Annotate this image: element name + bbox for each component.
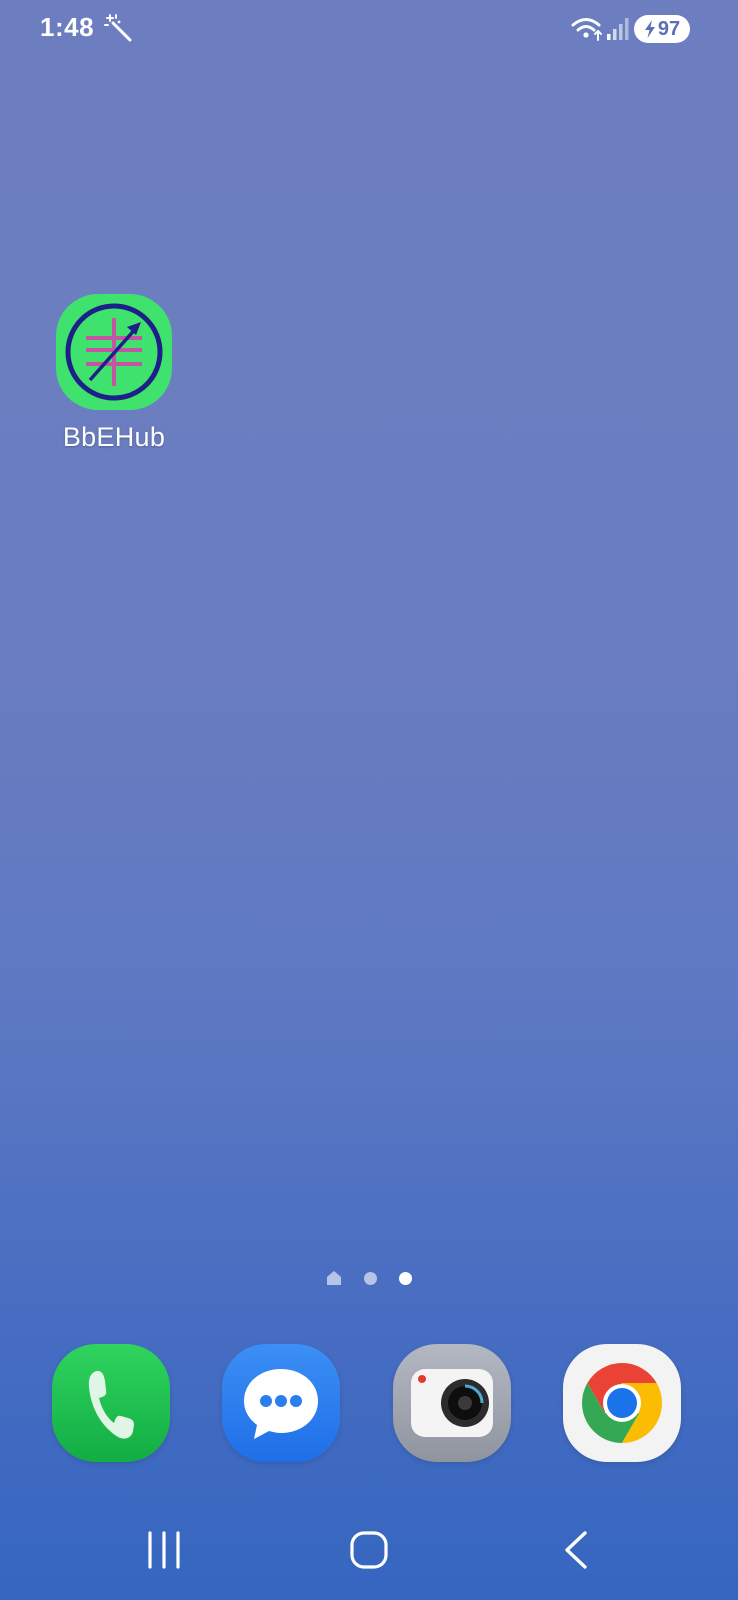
camera-lens-icon — [411, 1369, 493, 1437]
navigation-bar — [0, 1520, 738, 1580]
back-icon — [565, 1531, 587, 1569]
recents-button[interactable] — [134, 1520, 194, 1580]
page-dot-active[interactable] — [399, 1271, 412, 1285]
magic-wand-icon — [104, 14, 132, 42]
status-time: 1:48 — [40, 12, 95, 42]
app-label-bbehub: BbEHub — [62, 422, 166, 452]
bbehub-app-icon[interactable] — [56, 294, 172, 410]
phone-app-icon[interactable] — [52, 1344, 170, 1462]
app-shortcut-bbehub[interactable]: BbEHub — [44, 294, 184, 453]
battery-level: 97 — [657, 18, 681, 40]
home-page-indicator-icon[interactable] — [326, 1270, 342, 1286]
dock — [0, 1344, 738, 1462]
home-icon — [350, 1531, 388, 1569]
wifi-icon — [571, 18, 602, 41]
status-bar: 1:48 97 — [0, 0, 738, 58]
phone-handset-icon — [88, 1371, 134, 1439]
messages-app-icon[interactable] — [222, 1344, 340, 1462]
bbehub-logo-icon — [65, 303, 163, 401]
camera-app-icon[interactable] — [393, 1344, 511, 1462]
back-button[interactable] — [546, 1520, 606, 1580]
home-button[interactable] — [339, 1520, 399, 1580]
chrome-app-icon[interactable] — [563, 1344, 681, 1462]
page-dot[interactable] — [364, 1271, 377, 1285]
recents-icon — [148, 1531, 180, 1569]
battery-indicator: 97 — [634, 15, 690, 43]
chat-bubble-icon — [244, 1369, 318, 1439]
battery-charging-icon — [644, 20, 655, 38]
cellular-signal-icon — [607, 18, 629, 40]
page-indicator[interactable] — [0, 1270, 738, 1286]
chrome-logo-icon — [582, 1363, 662, 1443]
